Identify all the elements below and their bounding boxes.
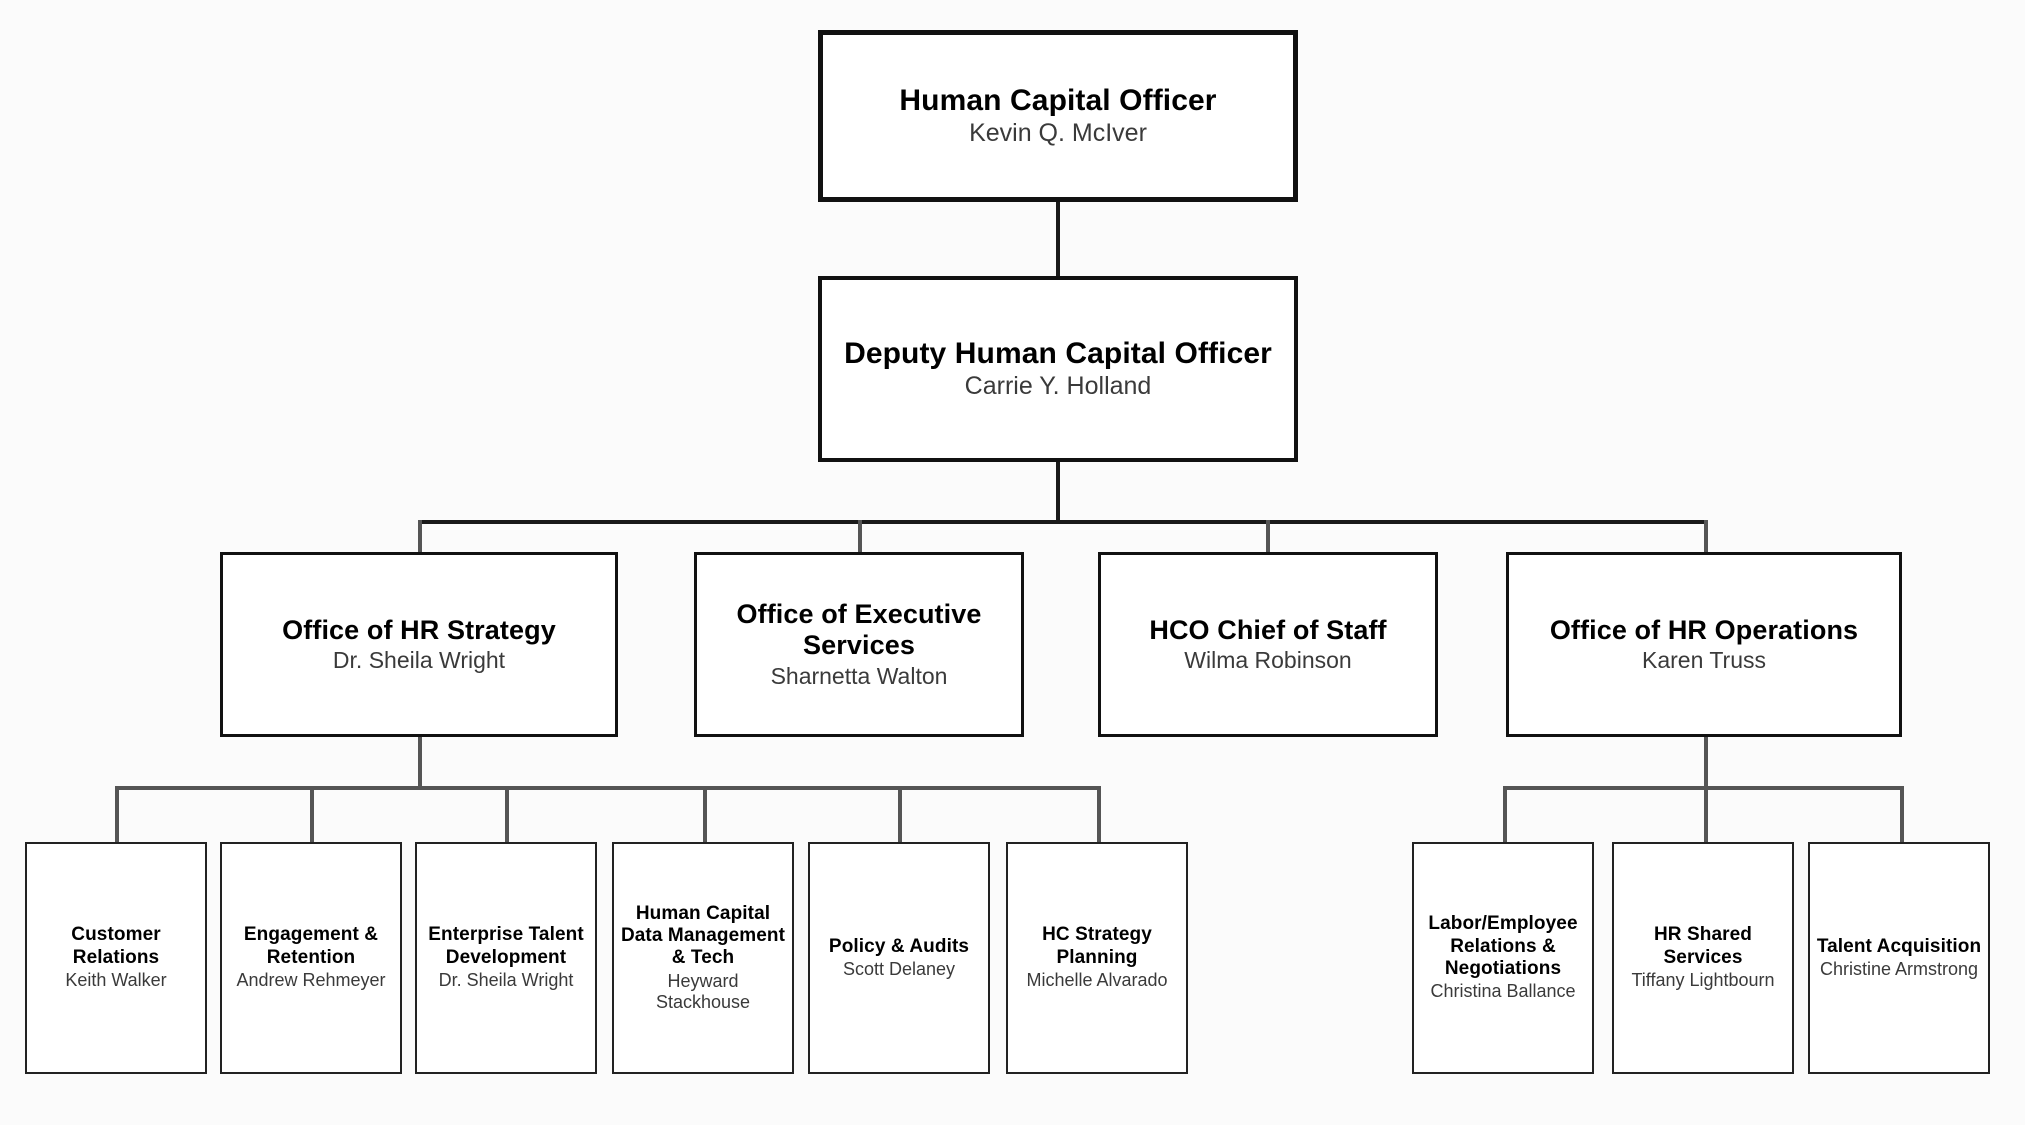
node-person: Andrew Rehmeyer [236,970,386,991]
node-title: Human Capital Officer [899,84,1217,118]
node-person: Michelle Alvarado [1026,970,1168,991]
node-title: Enterprise Talent Development [428,924,584,968]
node-talent-acquisition[interactable]: Talent Acquisition Christine Armstrong [1808,842,1990,1074]
node-person: Scott Delaney [842,959,956,980]
node-title: Customer Relations [71,924,161,968]
node-title: Human Capital Data Management & Tech [620,902,786,969]
node-person: Wilma Robinson [1184,647,1352,674]
connector-to-hr-operations [1704,520,1708,554]
connector-hco-to-deputy [1056,200,1060,278]
connector-to-hr-shared-services [1704,786,1708,846]
node-person: Christine Armstrong [1819,959,1979,980]
connector-hr-operations-drop [1704,735,1708,789]
node-deputy-human-capital-officer[interactable]: Deputy Human Capital Officer Carrie Y. H… [818,276,1298,462]
node-title: Deputy Human Capital Officer [844,337,1272,371]
connector-to-chief-of-staff [1266,520,1270,554]
node-customer-relations[interactable]: Customer Relations Keith Walker [25,842,207,1074]
node-title: Labor/Employee Relations & Negotiations [1428,913,1578,980]
node-person: Christina Ballance [1430,981,1576,1002]
node-person: Sharnetta Walton [770,663,948,690]
connector-hr-strategy-bus [115,786,1100,790]
node-office-of-hr-strategy[interactable]: Office of HR Strategy Dr. Sheila Wright [220,552,618,737]
node-office-of-executive-services[interactable]: Office of Executive Services Sharnetta W… [694,552,1024,737]
node-person: Dr. Sheila Wright [438,970,574,991]
node-enterprise-talent-development[interactable]: Enterprise Talent Development Dr. Sheila… [415,842,597,1074]
connector-to-customer-relations [115,786,119,846]
node-hco-chief-of-staff[interactable]: HCO Chief of Staff Wilma Robinson [1098,552,1438,737]
node-person: Kevin Q. McIver [969,119,1147,148]
node-title: HCO Chief of Staff [1149,614,1387,645]
connector-to-labor-employee [1503,786,1507,846]
node-title: Office of HR Operations [1549,614,1859,645]
node-title: Talent Acquisition [1816,935,1982,957]
node-person: Keith Walker [65,970,167,991]
connector-hr-operations-bus [1503,786,1903,790]
node-person: Karen Truss [1642,647,1766,674]
connector-to-enterprise-talent [505,786,509,846]
connector-deputy-drop [1056,460,1060,522]
node-office-of-hr-operations[interactable]: Office of HR Operations Karen Truss [1506,552,1902,737]
node-person: Tiffany Lightbourn [1631,970,1775,991]
connector-to-hc-strategy-planning [1097,786,1101,846]
node-labor-employee-relations-negotiations[interactable]: Labor/Employee Relations & Negotiations … [1412,842,1594,1074]
node-person: Dr. Sheila Wright [332,647,506,674]
connector-to-hc-data-mgmt [703,786,707,846]
node-human-capital-data-management-tech[interactable]: Human Capital Data Management & Tech Hey… [612,842,794,1074]
connector-to-policy-audits [898,786,902,846]
connector-to-engagement-retention [310,786,314,846]
connector-hr-strategy-drop [418,735,422,789]
node-title: Office of HR Strategy [282,614,556,645]
node-hr-shared-services[interactable]: HR Shared Services Tiffany Lightbourn [1612,842,1794,1074]
node-hc-strategy-planning[interactable]: HC Strategy Planning Michelle Alvarado [1006,842,1188,1074]
node-title: Engagement & Retention [243,924,379,968]
node-title: HR Shared Services [1653,924,1753,968]
connector-to-hr-strategy [418,520,422,554]
node-policy-audits[interactable]: Policy & Audits Scott Delaney [808,842,990,1074]
connector-to-talent-acquisition [1900,786,1904,846]
node-person: Heyward Stackhouse [655,970,751,1013]
connector-level3-bus [418,520,1706,524]
node-engagement-retention[interactable]: Engagement & Retention Andrew Rehmeyer [220,842,402,1074]
node-person: Carrie Y. Holland [964,372,1152,401]
node-title: Policy & Audits [828,935,970,957]
node-human-capital-officer[interactable]: Human Capital Officer Kevin Q. McIver [818,30,1298,202]
node-title: HC Strategy Planning [1042,924,1152,968]
org-chart: Human Capital Officer Kevin Q. McIver De… [0,0,2025,1125]
connector-to-exec-services [858,520,862,554]
node-title: Office of Executive Services [736,598,982,661]
